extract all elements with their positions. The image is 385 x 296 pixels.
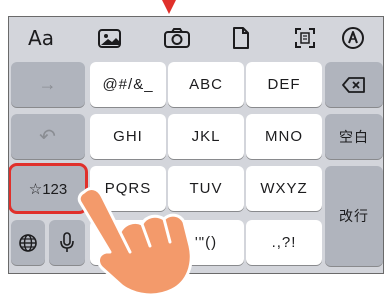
delete-icon xyxy=(342,76,365,93)
symbols-toggle-key[interactable]: ☆123 xyxy=(9,163,88,214)
key-mno[interactable]: MNO xyxy=(246,114,322,159)
camera-icon xyxy=(164,28,190,48)
camera-button[interactable] xyxy=(157,23,197,53)
photo-library-button[interactable] xyxy=(91,23,131,53)
japanese-kana-keyboard: Aa → @#/&_ ABC DEF ↶ GHI JKL MNO 空白 ☆123… xyxy=(8,16,384,274)
cursor-right-key[interactable]: → xyxy=(11,62,85,107)
tapping-hand-illustration xyxy=(77,187,193,296)
markup-pen-icon xyxy=(342,27,364,49)
return-key[interactable]: 改行 xyxy=(325,166,383,266)
text-format-button[interactable]: Aa xyxy=(21,23,61,53)
return-label: 改行 xyxy=(339,208,369,224)
key-label: ABC xyxy=(189,76,223,93)
pointer-arrow xyxy=(162,0,176,14)
undo-icon: ↶ xyxy=(39,126,57,148)
key-label: GHI xyxy=(113,128,143,145)
key-symbols[interactable]: @#/&_ xyxy=(90,62,166,107)
undo-key[interactable]: ↶ xyxy=(11,114,85,159)
document-icon xyxy=(233,27,249,49)
symbols-toggle-label: ☆123 xyxy=(28,180,68,198)
key-punctuation[interactable]: .,?! xyxy=(246,220,322,265)
text-format-label: Aa xyxy=(28,26,54,50)
key-def[interactable]: DEF xyxy=(246,62,322,107)
photo-library-icon xyxy=(98,29,121,48)
markup-button[interactable] xyxy=(333,23,373,53)
key-jkl[interactable]: JKL xyxy=(168,114,244,159)
key-ghi[interactable]: GHI xyxy=(90,114,166,159)
globe-icon xyxy=(19,233,37,252)
delete-key[interactable] xyxy=(325,62,383,107)
key-label: MNO xyxy=(265,128,303,145)
scan-text-icon xyxy=(295,28,315,48)
space-key[interactable]: 空白 xyxy=(325,114,383,159)
microphone-icon xyxy=(60,231,74,252)
keyboard-toolbar: Aa xyxy=(9,17,383,59)
document-button[interactable] xyxy=(221,23,261,53)
key-label: @#/&_ xyxy=(102,76,154,93)
key-wxyz[interactable]: WXYZ xyxy=(246,166,322,211)
key-label: WXYZ xyxy=(260,180,308,197)
key-abc[interactable]: ABC xyxy=(168,62,244,107)
cursor-right-label: → xyxy=(38,74,58,94)
globe-key[interactable] xyxy=(11,220,45,265)
key-label: .,?! xyxy=(271,234,297,251)
scan-text-button[interactable] xyxy=(285,23,325,53)
space-label: 空白 xyxy=(339,128,369,145)
key-label: '"() xyxy=(194,234,218,251)
key-label: JKL xyxy=(191,128,221,145)
key-label: DEF xyxy=(267,76,301,93)
